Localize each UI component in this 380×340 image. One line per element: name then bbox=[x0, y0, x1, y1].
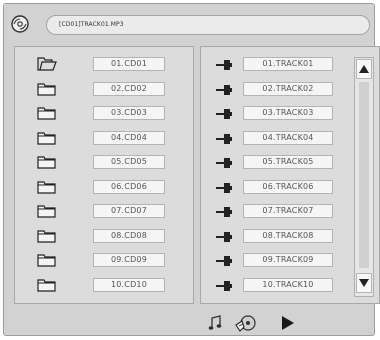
track-item-label[interactable]: 05.TRACK05 bbox=[243, 155, 333, 169]
track-icon[interactable] bbox=[215, 106, 233, 125]
folder-icon[interactable] bbox=[37, 81, 57, 101]
folder-icon[interactable] bbox=[37, 154, 57, 174]
track-item-label[interactable]: 03.TRACK03 bbox=[243, 106, 333, 120]
track-item-label[interactable]: 08.TRACK08 bbox=[243, 228, 333, 243]
track-item-label[interactable]: 10.TRACK10 bbox=[243, 277, 333, 292]
track-icon[interactable] bbox=[215, 253, 233, 272]
track-icon[interactable] bbox=[215, 155, 233, 174]
track-item-label[interactable]: 07.TRACK07 bbox=[243, 204, 333, 218]
folder-item-label[interactable]: 05.CD05 bbox=[93, 155, 165, 169]
track-icon[interactable] bbox=[215, 82, 233, 101]
music-note-icon[interactable] bbox=[208, 314, 222, 332]
folder-item-label[interactable]: 04.CD04 bbox=[93, 130, 165, 145]
folder-icon[interactable] bbox=[37, 252, 57, 272]
path-row: [CD01]TRACK01.MP3 bbox=[4, 4, 376, 42]
scroll-down-button[interactable] bbox=[356, 273, 372, 293]
folder-icon[interactable] bbox=[37, 130, 57, 150]
file-browser-window: [CD01]TRACK01.MP3 01.CD01 02.CD02 03.CD03 0… bbox=[3, 3, 380, 336]
folder-item-label[interactable]: 08.CD08 bbox=[93, 228, 165, 243]
folder-icon[interactable] bbox=[37, 105, 57, 125]
scroll-up-button[interactable] bbox=[356, 59, 372, 79]
track-item-label[interactable]: 06.TRACK06 bbox=[243, 179, 333, 194]
folder-icon[interactable] bbox=[37, 228, 57, 248]
current-path-field: [CD01]TRACK01.MP3 bbox=[46, 15, 370, 35]
folder-icon[interactable] bbox=[37, 56, 57, 76]
folder-icon[interactable] bbox=[37, 203, 57, 223]
folder-item-label[interactable]: 09.CD09 bbox=[93, 253, 165, 267]
track-item-label[interactable]: 04.TRACK04 bbox=[243, 130, 333, 145]
track-item-label[interactable]: 02.TRACK02 bbox=[243, 81, 333, 96]
folder-item-label[interactable]: 06.CD06 bbox=[93, 179, 165, 194]
track-scrollbar[interactable] bbox=[354, 57, 374, 297]
track-icon[interactable] bbox=[215, 131, 233, 150]
track-icon[interactable] bbox=[215, 229, 233, 248]
playback-toolbar bbox=[200, 308, 376, 336]
folder-icon[interactable] bbox=[37, 179, 57, 199]
arrow-up-icon bbox=[359, 65, 369, 73]
track-icon[interactable] bbox=[215, 57, 233, 76]
track-item-label[interactable]: 01.TRACK01 bbox=[243, 57, 333, 71]
track-icon[interactable] bbox=[215, 204, 233, 223]
folder-item-label[interactable]: 07.CD07 bbox=[93, 204, 165, 218]
track-icon[interactable] bbox=[215, 180, 233, 199]
play-icon[interactable] bbox=[280, 314, 296, 332]
arrow-down-icon bbox=[359, 279, 369, 287]
folder-item-label[interactable]: 03.CD03 bbox=[93, 106, 165, 120]
folder-icon[interactable] bbox=[37, 277, 57, 297]
disc-icon[interactable] bbox=[11, 15, 29, 33]
track-list-panel: 01.TRACK01 02.TRACK02 03.TRACK03 04.TRACK04… bbox=[200, 46, 380, 304]
track-icon[interactable] bbox=[215, 278, 233, 297]
folder-item-label[interactable]: 01.CD01 bbox=[93, 57, 165, 71]
folder-item-label[interactable]: 02.CD02 bbox=[93, 81, 165, 96]
hand-cursor-icon[interactable] bbox=[234, 313, 258, 333]
folder-list-panel: 01.CD01 02.CD02 03.CD03 04.CD04 05.CD05 06.CD… bbox=[14, 46, 194, 304]
folder-item-label[interactable]: 10.CD10 bbox=[93, 277, 165, 292]
scroll-track[interactable] bbox=[359, 82, 369, 268]
track-item-label[interactable]: 09.TRACK09 bbox=[243, 253, 333, 267]
